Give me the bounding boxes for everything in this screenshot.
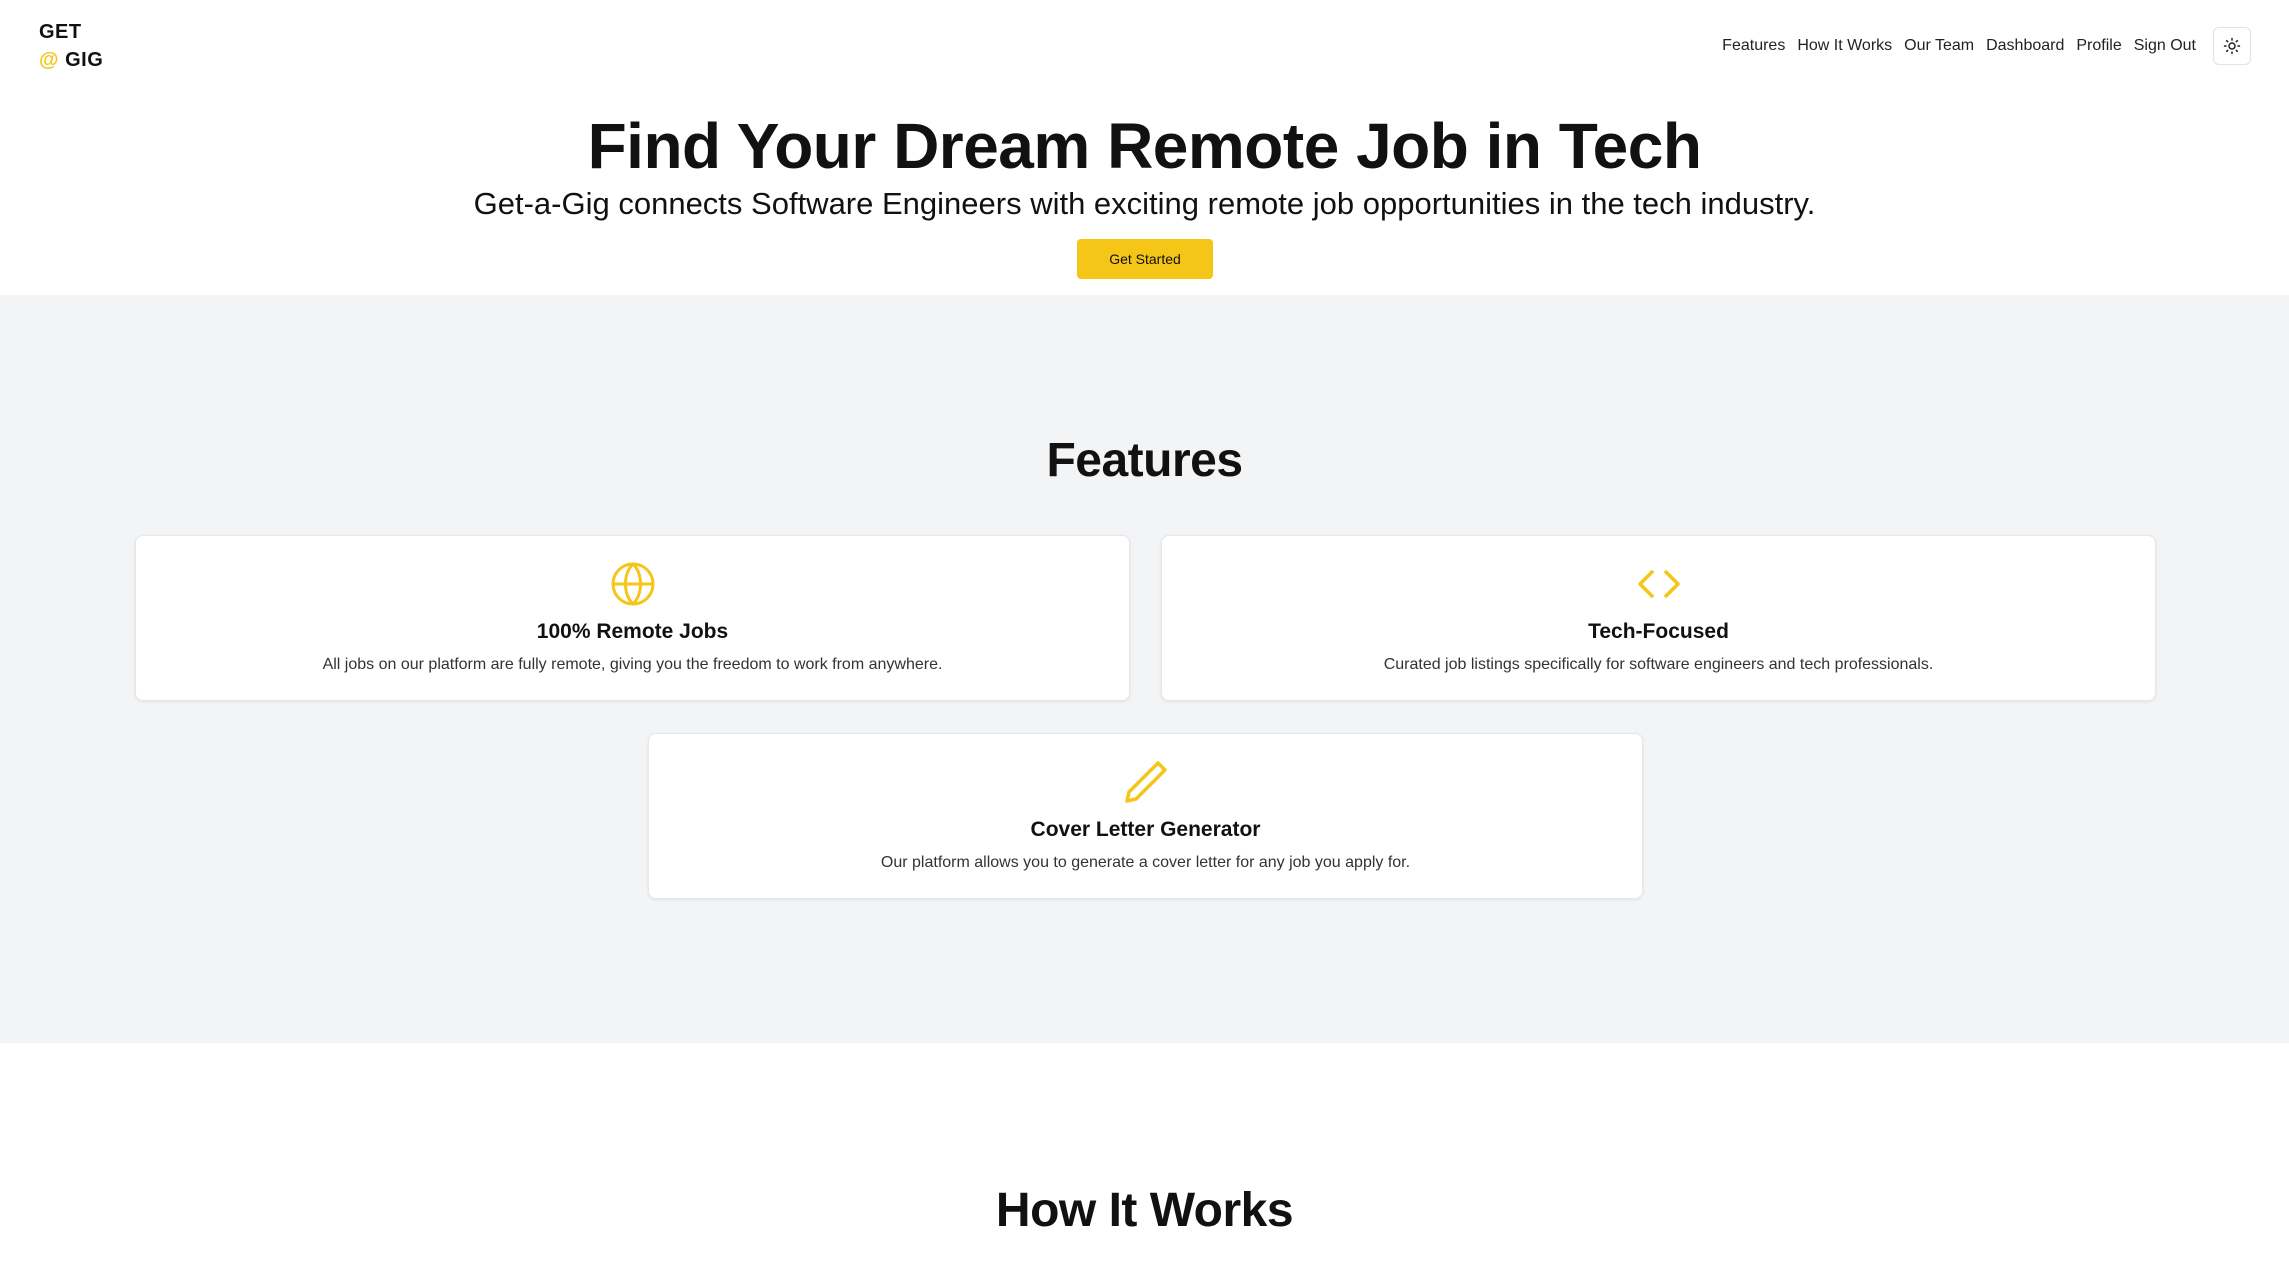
pencil-icon — [1124, 761, 1167, 803]
globe-icon — [611, 562, 654, 606]
feature-description: Our platform allows you to generate a co… — [880, 854, 1411, 871]
features-section: Features 100% Remote Jobs All jobs on ou… — [0, 295, 2289, 1043]
how-it-works-section: How It Works — [0, 1043, 2289, 1271]
nav-link-sign-out[interactable]: Sign Out — [2134, 27, 2196, 65]
site-header: GET @ GIG Features How It Works Our Team… — [0, 0, 2289, 96]
nav-link-how-it-works[interactable]: How It Works — [1797, 27, 1892, 65]
logo-gig: GIG — [65, 49, 104, 71]
logo-at: @ — [39, 49, 60, 71]
get-started-button[interactable]: Get Started — [1077, 239, 1213, 279]
feature-card-cover-letter: Cover Letter Generator Our platform allo… — [648, 733, 1643, 899]
sun-icon — [2223, 37, 2241, 55]
logo-line-2: @ GIG — [39, 46, 103, 74]
logo-line-1: GET — [39, 21, 82, 43]
feature-card-remote: 100% Remote Jobs All jobs on our platfor… — [135, 535, 1130, 701]
nav-link-dashboard[interactable]: Dashboard — [1986, 27, 2064, 65]
features-heading: Features — [1046, 434, 1243, 487]
code-icon — [1637, 570, 1680, 598]
feature-title: Tech-Focused — [1588, 620, 1729, 643]
feature-description: Curated job listings specifically for so… — [1383, 656, 1934, 673]
how-it-works-heading: How It Works — [995, 1184, 1294, 1237]
feature-description: All jobs on our platform are fully remot… — [322, 656, 943, 673]
hero-section: Find Your Dream Remote Job in Tech Get-a… — [0, 96, 2289, 295]
main-nav: Features How It Works Our Team Dashboard… — [1710, 27, 2251, 65]
nav-link-our-team[interactable]: Our Team — [1904, 27, 1974, 65]
nav-link-profile[interactable]: Profile — [2076, 27, 2121, 65]
hero-title: Find Your Dream Remote Job in Tech — [587, 110, 1702, 182]
logo[interactable]: GET @ GIG — [39, 18, 103, 74]
theme-toggle-button[interactable] — [2213, 27, 2251, 65]
feature-title: Cover Letter Generator — [1030, 818, 1261, 841]
hero-subtitle: Get-a-Gig connects Software Engineers wi… — [473, 186, 1816, 221]
feature-card-tech: Tech-Focused Curated job listings specif… — [1161, 535, 2156, 701]
feature-title: 100% Remote Jobs — [536, 620, 729, 643]
nav-link-features[interactable]: Features — [1722, 27, 1785, 65]
